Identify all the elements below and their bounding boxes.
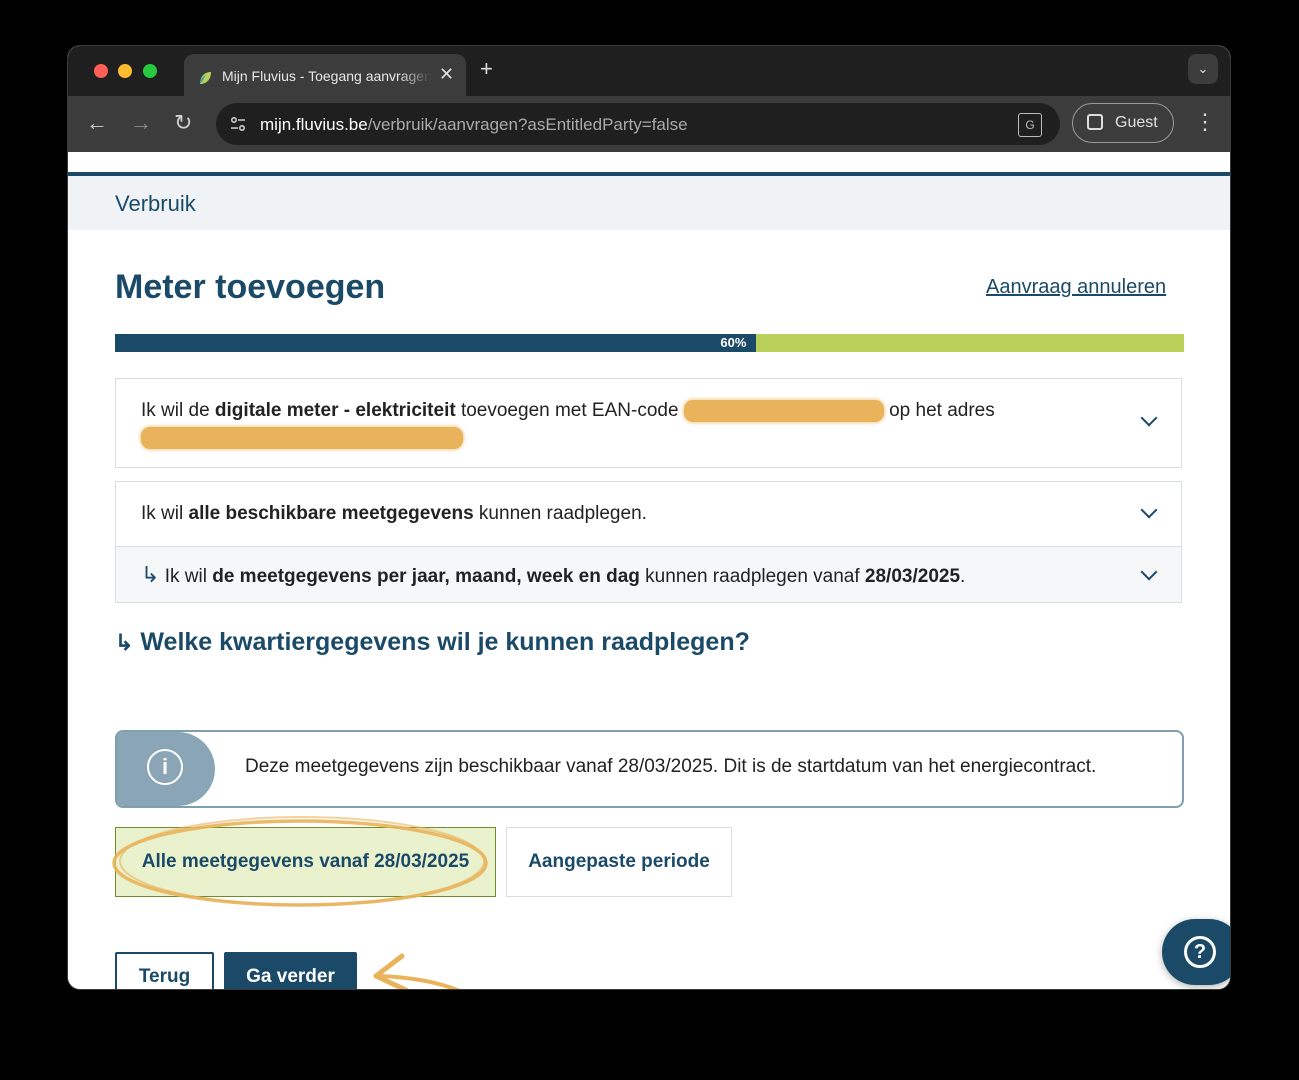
chevron-down-icon[interactable] <box>1140 409 1158 427</box>
new-tab-button[interactable]: + <box>480 56 493 82</box>
progress-bar: 60% <box>115 334 1184 352</box>
browser-window: Mijn Fluvius - Toegang aanvragen ✕ + ⌄ ←… <box>68 46 1230 989</box>
maximize-window-button[interactable] <box>143 64 157 78</box>
periods-text-prefix: Ik wil <box>159 566 213 587</box>
browser-toolbar: ← → ↻ mijn.fluvius.be/verbruik/aanvragen… <box>68 96 1230 152</box>
address-bar[interactable]: mijn.fluvius.be/verbruik/aanvragen?asEnt… <box>216 103 1060 145</box>
redacted-address <box>141 426 463 449</box>
sub-arrow-icon: ↳ <box>141 562 160 587</box>
meter-summary-card[interactable]: Ik wil de digitale meter - elektriciteit… <box>115 378 1182 468</box>
data-text-suffix: kunnen raadplegen. <box>473 503 647 524</box>
continue-button[interactable]: Ga verder <box>224 952 357 989</box>
url-path: /verbruik/aanvragen?asEntitledParty=fals… <box>367 115 688 134</box>
fluvius-favicon-icon <box>200 72 211 84</box>
reload-button[interactable]: ↻ <box>174 110 192 136</box>
info-side-panel: i <box>117 732 215 806</box>
browser-menu-icon[interactable]: ⋮ <box>1194 108 1216 136</box>
meter-type: digitale meter - elektriciteit <box>214 400 456 421</box>
info-box: i Deze meetgegevens zijn beschikbaar van… <box>115 730 1184 808</box>
chevron-down-icon[interactable] <box>1140 563 1158 581</box>
browser-tab[interactable]: Mijn Fluvius - Toegang aanvragen ✕ <box>184 54 466 96</box>
question-text: Welke kwartiergegevens wil je kunnen raa… <box>140 628 750 656</box>
page-content: Verbruik Meter toevoegen Aanvraag annule… <box>68 152 1230 989</box>
minimize-window-button[interactable] <box>118 64 132 78</box>
periods-date: 28/03/2025 <box>864 566 961 587</box>
url-text: mijn.fluvius.be/verbruik/aanvragen?asEnt… <box>260 115 688 135</box>
option-custom-period[interactable]: Aangepaste periode <box>506 827 732 897</box>
meter-text-suffix: op het adres <box>883 400 995 421</box>
title-bar: Mijn Fluvius - Toegang aanvragen ✕ + ⌄ <box>68 46 1230 96</box>
data-scope-text: Ik wil alle beschikbare meetgegevens kun… <box>141 501 647 527</box>
meter-text-prefix: Ik wil de <box>141 400 215 421</box>
profile-label: Guest <box>1115 114 1158 131</box>
meter-summary-text: Ik wil de digitale meter - elektriciteit… <box>141 398 1131 450</box>
profile-icon <box>1087 114 1103 130</box>
data-scope: alle beschikbare meetgegevens <box>188 503 474 524</box>
back-step-button[interactable]: Terug <box>115 952 214 989</box>
tab-title: Mijn Fluvius - Toegang aanvragen <box>222 68 432 84</box>
help-icon: ? <box>1184 936 1216 968</box>
data-text-prefix: Ik wil <box>141 503 189 524</box>
periods-text: ↳ Ik wil de meetgegevens per jaar, maand… <box>141 562 965 590</box>
page-title: Meter toevoegen <box>115 268 386 306</box>
tab-close-icon[interactable]: ✕ <box>439 64 454 85</box>
periods-granularity: de meetgegevens per jaar, maand, week en… <box>212 566 640 587</box>
meter-text-middle: toevoegen met EAN-code <box>455 400 684 421</box>
forward-button[interactable]: → <box>130 110 152 136</box>
breadcrumb: Verbruik <box>68 176 1230 230</box>
info-text: Deze meetgegevens zijn beschikbaar vanaf… <box>245 756 1097 777</box>
translate-icon[interactable]: G <box>1018 113 1042 137</box>
highlight-annotation <box>112 816 488 907</box>
cancel-request-link[interactable]: Aanvraag annuleren <box>986 276 1166 299</box>
arrow-annotation <box>373 953 460 989</box>
chevron-down-icon[interactable] <box>1140 501 1158 519</box>
close-window-button[interactable] <box>94 64 108 78</box>
breadcrumb-verbruik[interactable]: Verbruik <box>115 191 196 217</box>
site-settings-icon[interactable] <box>228 114 248 134</box>
profile-button[interactable]: Guest <box>1072 103 1174 143</box>
periods-card[interactable]: ↳ Ik wil de meetgegevens per jaar, maand… <box>115 546 1182 603</box>
help-button[interactable]: ? <box>1162 919 1230 985</box>
periods-text-suffix: . <box>960 566 966 587</box>
progress-label: 60% <box>720 335 747 350</box>
info-icon: i <box>147 749 183 785</box>
data-scope-card[interactable]: Ik wil alle beschikbare meetgegevens kun… <box>115 481 1182 547</box>
tab-search-button[interactable]: ⌄ <box>1188 54 1218 84</box>
redacted-ean <box>683 399 884 422</box>
quarter-data-question: ↳ Welke kwartiergegevens wil je kunnen r… <box>115 628 750 657</box>
progress-fill: 60% <box>115 334 757 352</box>
url-host: mijn.fluvius.be <box>260 115 368 134</box>
back-button[interactable]: ← <box>86 110 108 136</box>
periods-text-middle: kunnen raadplegen vanaf <box>639 566 865 587</box>
sub-arrow-icon: ↳ <box>115 630 134 655</box>
